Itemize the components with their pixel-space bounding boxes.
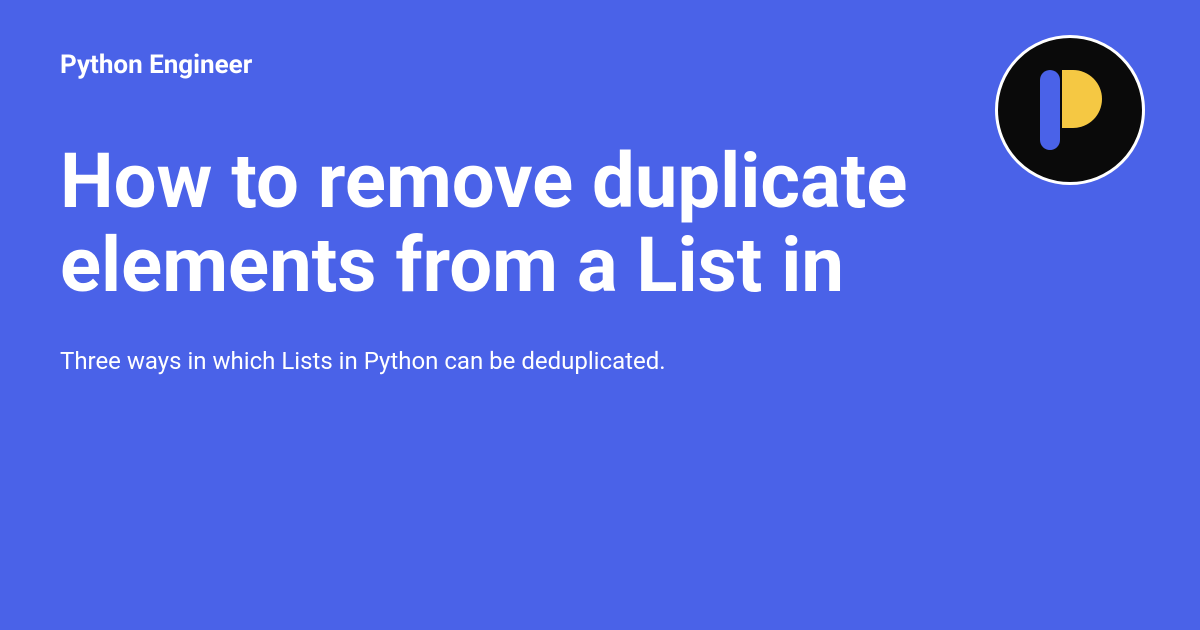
page-subtitle: Three ways in which Lists in Python can …	[60, 347, 1140, 375]
page-title: How to remove duplicate elements from a …	[60, 140, 960, 307]
site-name: Python Engineer	[60, 50, 1140, 80]
logo	[995, 35, 1145, 185]
logo-icon	[1030, 65, 1110, 155]
